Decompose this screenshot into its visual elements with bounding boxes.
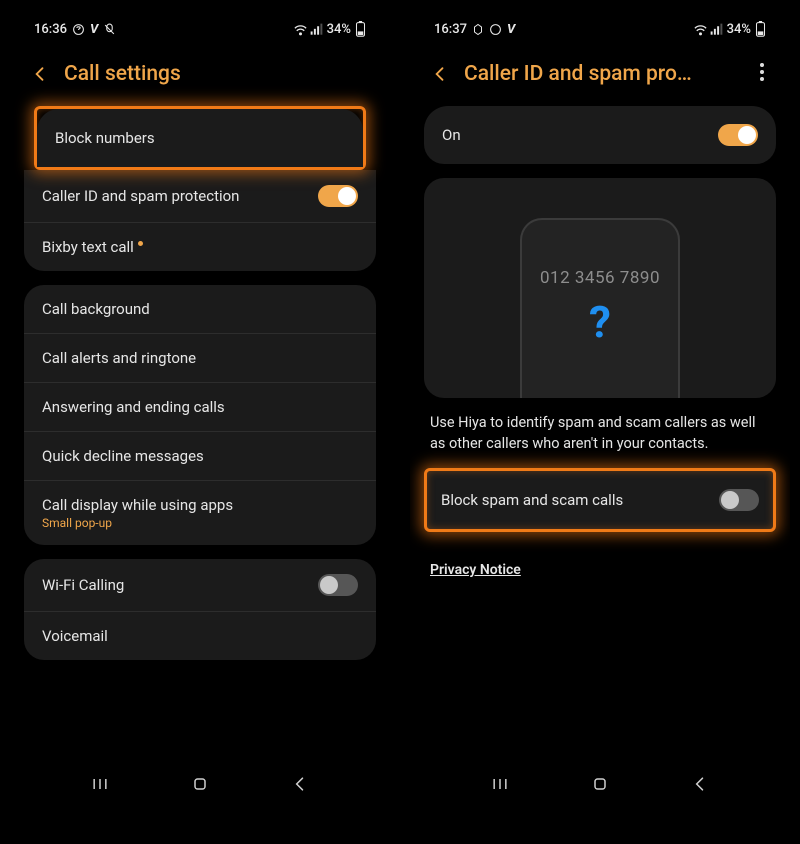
toggle-block-spam[interactable] xyxy=(719,489,759,511)
row-label: Block numbers xyxy=(55,129,155,147)
settings-group-2: Call background Call alerts and ringtone… xyxy=(24,285,376,545)
row-label: Voicemail xyxy=(42,627,108,645)
row-bixby-text-call[interactable]: Bixby text call xyxy=(24,223,376,271)
status-bar: 16:37 V 34% xyxy=(410,10,790,44)
system-nav-bar xyxy=(410,766,790,810)
row-master-on[interactable]: On xyxy=(424,106,776,164)
page-header: Call settings xyxy=(10,44,390,106)
row-quick-decline[interactable]: Quick decline messages xyxy=(24,432,376,481)
row-call-background[interactable]: Call background xyxy=(24,285,376,334)
toggle-caller-id-spam[interactable] xyxy=(318,185,358,207)
battery-icon xyxy=(355,21,366,37)
master-toggle-card: On xyxy=(424,106,776,164)
whatsapp-icon xyxy=(489,23,502,36)
row-label: Bixby text call xyxy=(42,238,143,256)
v-icon: V xyxy=(90,22,98,37)
page-title: Call settings xyxy=(64,62,370,86)
wifi-icon xyxy=(693,23,708,36)
nav-back[interactable] xyxy=(290,774,310,794)
description-text: Use Hiya to identify spam and scam calle… xyxy=(410,412,790,468)
status-bar: 16:36 V 34% xyxy=(10,10,390,44)
notif-icon xyxy=(472,23,484,35)
row-label: Call display while using apps Small pop-… xyxy=(42,496,233,530)
wifi-icon xyxy=(293,23,308,36)
toggle-wifi-calling[interactable] xyxy=(318,574,358,596)
v-icon: V xyxy=(507,22,515,37)
settings-group-3: Wi-Fi Calling Voicemail xyxy=(24,559,376,660)
menu-kebab-icon[interactable] xyxy=(754,63,770,85)
row-label: Wi-Fi Calling xyxy=(42,576,124,594)
row-block-spam-scam[interactable]: Block spam and scam calls xyxy=(427,471,773,529)
status-time: 16:37 xyxy=(434,22,467,37)
new-badge-dot xyxy=(138,241,143,246)
nav-home[interactable] xyxy=(590,774,610,794)
page-header: Caller ID and spam pro… xyxy=(410,44,790,106)
highlight-block-spam: Block spam and scam calls xyxy=(424,468,776,532)
page-title: Caller ID and spam pro… xyxy=(464,62,740,86)
row-call-alerts-ringtone[interactable]: Call alerts and ringtone xyxy=(24,334,376,383)
row-caller-id-spam[interactable]: Caller ID and spam protection xyxy=(24,170,376,223)
mock-phone-illustration: 012 3456 7890 ? xyxy=(520,218,680,398)
settings-group-1: Caller ID and spam protection Bixby text… xyxy=(24,170,376,271)
nav-home[interactable] xyxy=(190,774,210,794)
status-battery-pct: 34% xyxy=(727,22,751,37)
highlight-block-numbers: Block numbers xyxy=(34,106,366,170)
row-label: Quick decline messages xyxy=(42,447,204,465)
signal-icon xyxy=(310,23,323,36)
row-subtext: Small pop-up xyxy=(42,516,233,530)
row-label: Caller ID and spam protection xyxy=(42,187,239,205)
row-label: Call background xyxy=(42,300,150,318)
row-label: On xyxy=(442,126,461,144)
battery-icon xyxy=(755,21,766,37)
row-label: Call alerts and ringtone xyxy=(42,349,196,367)
privacy-notice-link[interactable]: Privacy Notice xyxy=(410,532,790,578)
whatsapp-icon xyxy=(72,23,85,36)
nav-back[interactable] xyxy=(690,774,710,794)
illustration-card: 012 3456 7890 ? xyxy=(424,178,776,398)
nav-recents[interactable] xyxy=(490,774,510,794)
row-label: Block spam and scam calls xyxy=(441,491,623,509)
system-nav-bar xyxy=(10,766,390,810)
back-button[interactable] xyxy=(430,64,450,84)
nav-recents[interactable] xyxy=(90,774,110,794)
mute-icon xyxy=(103,23,116,36)
row-call-display-apps[interactable]: Call display while using apps Small pop-… xyxy=(24,481,376,545)
row-label: Answering and ending calls xyxy=(42,398,225,416)
phone-left: 16:36 V 34% Call settings Block xyxy=(10,10,390,810)
mock-number: 012 3456 7890 xyxy=(540,268,660,288)
back-button[interactable] xyxy=(30,64,50,84)
row-answering-ending[interactable]: Answering and ending calls xyxy=(24,383,376,432)
row-wifi-calling[interactable]: Wi-Fi Calling xyxy=(24,559,376,612)
phone-right: 16:37 V 34% Caller ID and spam pro… xyxy=(410,10,790,810)
signal-icon xyxy=(710,23,723,36)
status-time: 16:36 xyxy=(34,22,67,37)
row-block-numbers[interactable]: Block numbers xyxy=(37,109,363,167)
toggle-master[interactable] xyxy=(718,124,758,146)
row-voicemail[interactable]: Voicemail xyxy=(24,612,376,660)
question-mark-icon: ? xyxy=(589,300,611,344)
status-battery-pct: 34% xyxy=(327,22,351,37)
